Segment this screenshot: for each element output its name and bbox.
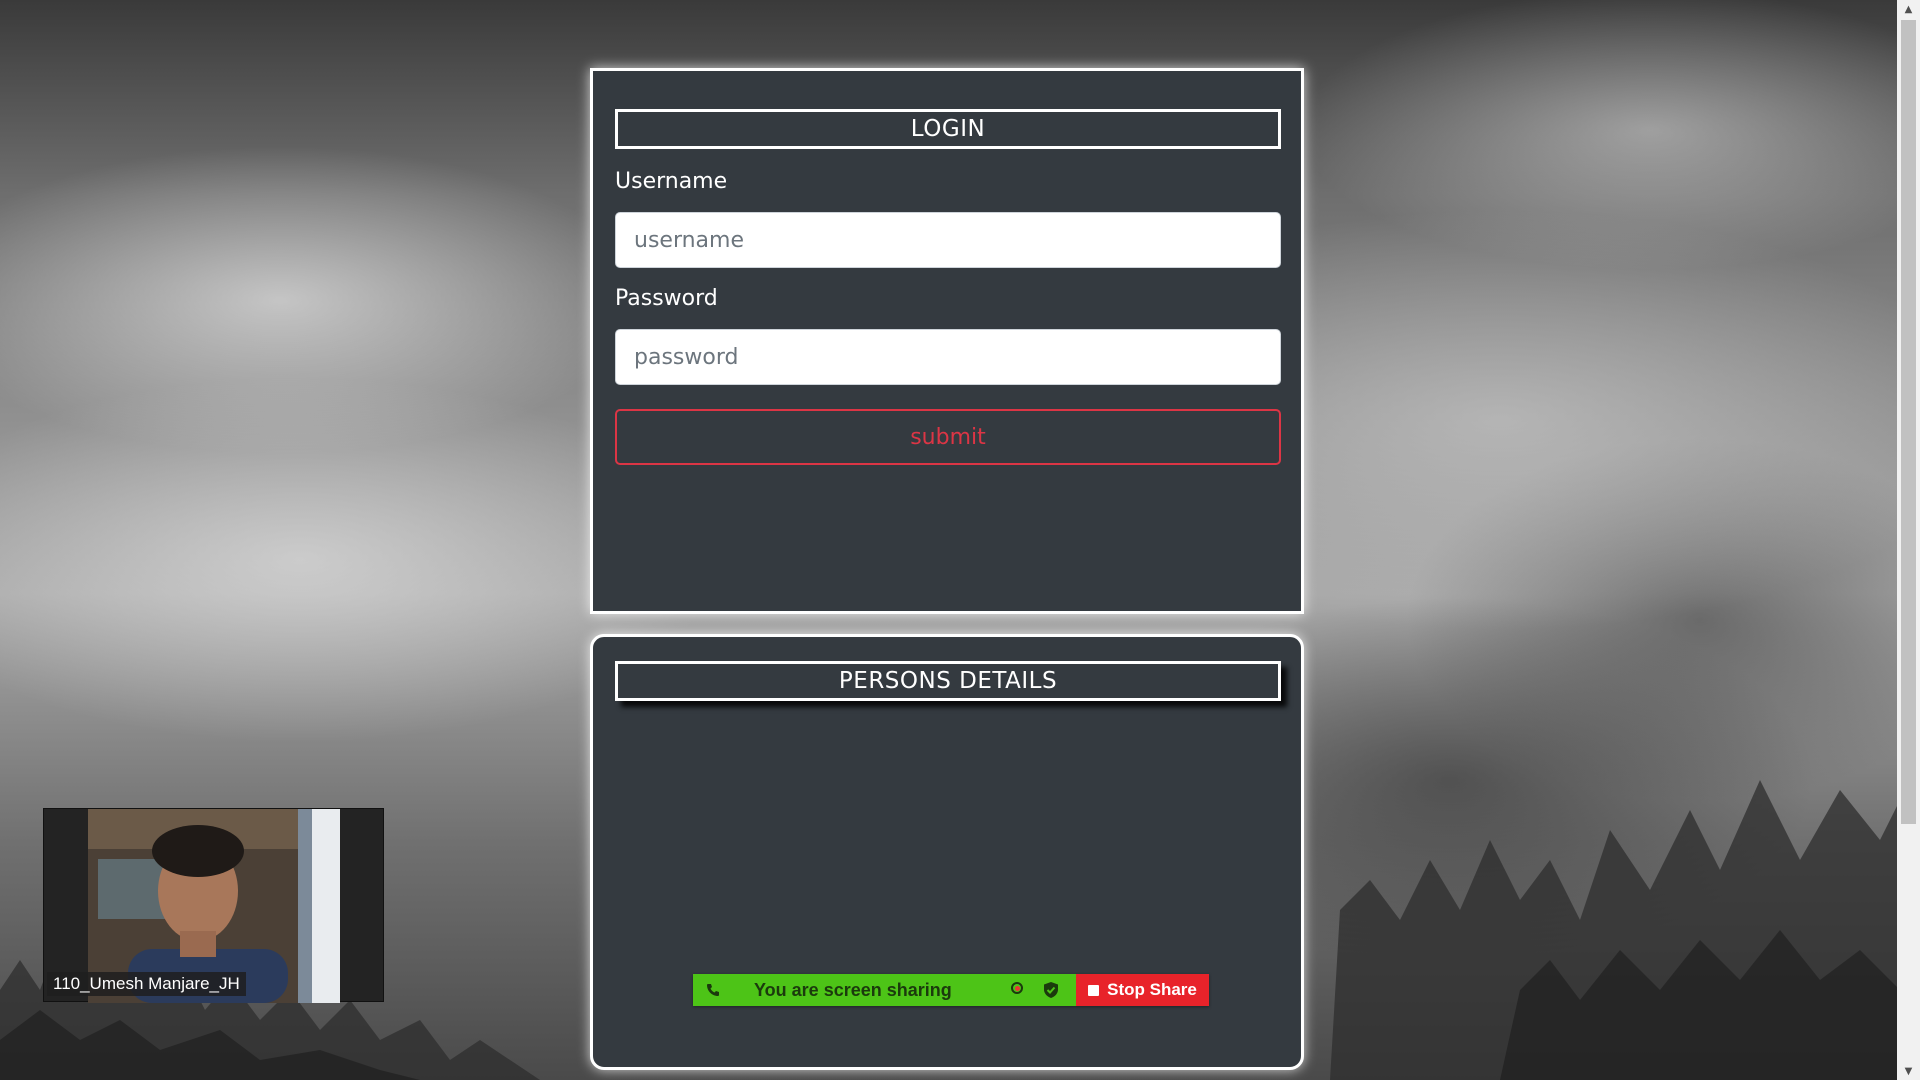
username-label: Username bbox=[615, 169, 728, 194]
shield-check-icon bbox=[1044, 982, 1058, 998]
screen-share-status[interactable]: You are screen sharing bbox=[693, 974, 1076, 1006]
screen-share-status-text: You are screen sharing bbox=[754, 979, 952, 1000]
screen-share-toolbar: You are screen sharing Stop Share bbox=[693, 974, 1209, 1006]
password-label: Password bbox=[615, 286, 718, 311]
participant-video-tile[interactable]: 110_Umesh Manjare_JH bbox=[43, 808, 384, 1003]
stop-square-icon bbox=[1088, 984, 1100, 996]
vertical-scrollbar[interactable]: ▲ ▼ bbox=[1897, 0, 1920, 1080]
persons-details-title: PERSONS DETAILS bbox=[615, 661, 1281, 701]
record-icon bbox=[1011, 982, 1023, 994]
phone-drag-icon[interactable] bbox=[700, 977, 726, 1003]
scroll-down-icon[interactable]: ▼ bbox=[1897, 1062, 1920, 1080]
username-input[interactable] bbox=[615, 212, 1281, 268]
password-input[interactable] bbox=[615, 329, 1281, 385]
stop-share-label: Stop Share bbox=[1107, 980, 1197, 999]
phone-drag-icon-glyph bbox=[707, 984, 719, 996]
login-title: LOGIN bbox=[615, 109, 1281, 149]
participant-name: 110_Umesh Manjare_JH bbox=[47, 972, 246, 996]
login-panel: LOGIN Username Password submit bbox=[590, 68, 1304, 614]
scroll-up-icon[interactable]: ▲ bbox=[1897, 0, 1920, 18]
stop-share-button[interactable]: Stop Share bbox=[1076, 974, 1209, 1006]
scrollbar-thumb[interactable] bbox=[1901, 20, 1916, 824]
submit-button[interactable]: submit bbox=[615, 409, 1281, 465]
